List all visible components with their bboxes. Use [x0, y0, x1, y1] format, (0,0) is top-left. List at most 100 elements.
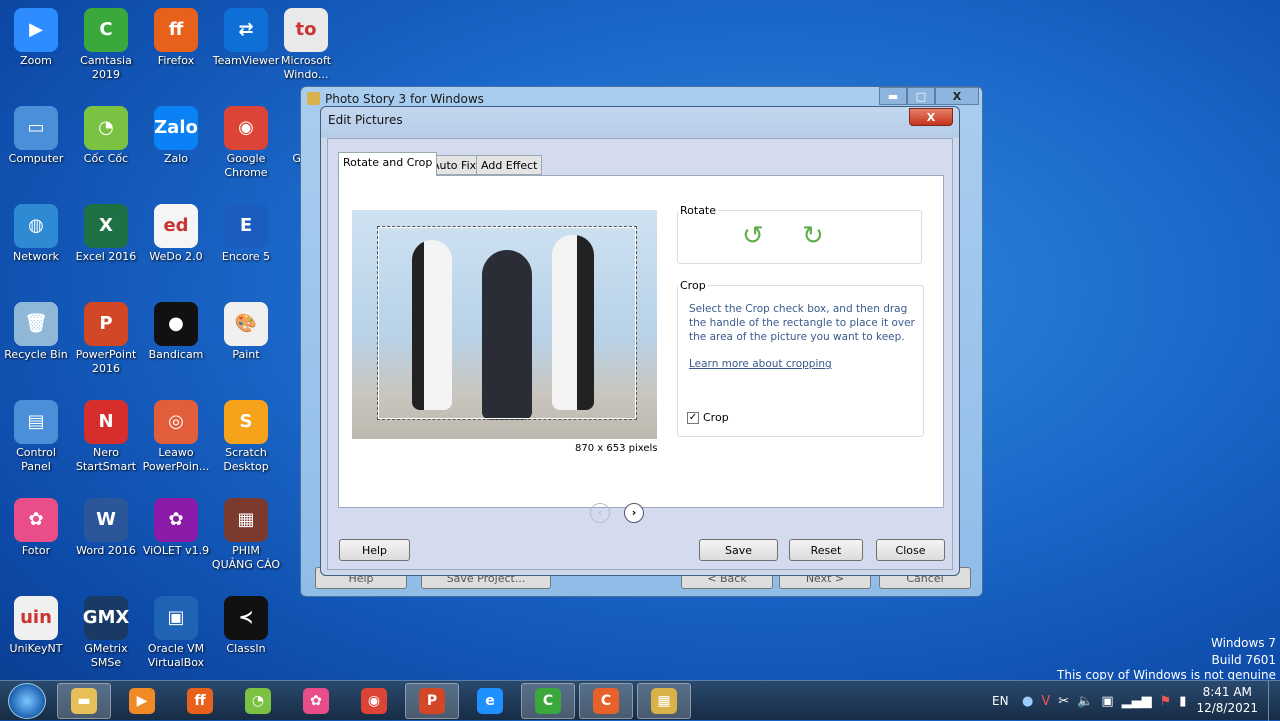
- crop-checkbox-row[interactable]: ✓ Crop: [687, 411, 729, 424]
- desktop-icon[interactable]: ed WeDo 2.0: [141, 204, 211, 264]
- desktop-icon[interactable]: ▤ Control Panel: [1, 400, 71, 474]
- fotor-icon: ✿: [303, 688, 329, 714]
- desktop-icon[interactable]: ◍ Network: [1, 204, 71, 264]
- desktop-icon[interactable]: ◔ Cốc Cốc: [71, 106, 141, 166]
- app-icon: ✿: [154, 498, 198, 542]
- desktop-icon[interactable]: ▦ PHIM QUẢNG CÁO: [211, 498, 281, 572]
- language-indicator[interactable]: EN: [992, 681, 1009, 721]
- desktop-icon[interactable]: N Nero StartSmart: [71, 400, 141, 474]
- clock[interactable]: 8:41 AM 12/8/2021: [1196, 684, 1258, 716]
- crop-checkbox[interactable]: ✓: [687, 411, 699, 424]
- coccoc-icon: ◔: [245, 688, 271, 714]
- network-icon[interactable]: ▣: [1101, 694, 1113, 709]
- app-icon: P: [84, 302, 128, 346]
- image-size: 870 x 653 pixels: [575, 443, 658, 454]
- learn-more-link[interactable]: Learn more about cropping: [689, 358, 832, 370]
- media-player-icon: ▶: [129, 688, 155, 714]
- rotate-right-icon[interactable]: ↻: [802, 221, 824, 251]
- previous-picture-button[interactable]: ‹: [590, 503, 610, 523]
- taskbar-media-player[interactable]: ▶: [115, 683, 169, 719]
- camtasia-recorder-icon: C: [593, 688, 619, 714]
- app-icon: uin: [14, 596, 58, 640]
- desktop-icon[interactable]: ◉ Google Chrome: [211, 106, 281, 180]
- taskbar-fotor[interactable]: ✿: [289, 683, 343, 719]
- desktop-icon[interactable]: ✿ ViOLET v1.9: [141, 498, 211, 558]
- app-icon: X: [84, 204, 128, 248]
- internet-explorer-icon: e: [477, 688, 503, 714]
- taskbar-camtasia[interactable]: C: [521, 683, 575, 719]
- powerpoint-icon: P: [419, 688, 445, 714]
- desktop-icon-label: Scratch Desktop: [223, 446, 269, 473]
- crop-rectangle[interactable]: [377, 226, 637, 420]
- taskbar-chrome[interactable]: ◉: [347, 683, 401, 719]
- desktop-icon-label: Zoom: [20, 54, 52, 67]
- desktop-icon[interactable]: ▶ Zoom: [1, 8, 71, 68]
- show-desktop-button[interactable]: [1268, 681, 1280, 721]
- desktop-icon-label: Word 2016: [76, 544, 136, 557]
- window-close-button[interactable]: X: [935, 87, 979, 105]
- desktop-icon[interactable]: 🎨 Paint: [211, 302, 281, 362]
- taskbar-powerpoint[interactable]: P: [405, 683, 459, 719]
- desktop-icon-label: UniKeyNT: [9, 642, 63, 655]
- dialog-close-button[interactable]: X: [909, 108, 953, 126]
- app-icon: ✿: [14, 498, 58, 542]
- desktop-icon[interactable]: ✿ Fotor: [1, 498, 71, 558]
- desktop-icon-label: WeDo 2.0: [149, 250, 203, 263]
- desktop-icon[interactable]: ● Bandicam: [141, 302, 211, 362]
- desktop-icon[interactable]: ≺ ClassIn: [211, 596, 281, 656]
- desktop-icon[interactable]: P PowerPoint 2016: [71, 302, 141, 376]
- minimize-button[interactable]: ▬: [879, 87, 907, 105]
- help-button[interactable]: Help: [339, 539, 410, 561]
- desktop-icon[interactable]: C Camtasia 2019: [71, 8, 141, 82]
- desktop-icon[interactable]: to Microsoft Windo...: [271, 8, 341, 82]
- taskbar-camtasia-recorder[interactable]: C: [579, 683, 633, 719]
- app-icon: ▭: [14, 106, 58, 150]
- power-icon[interactable]: ▮: [1179, 694, 1186, 709]
- desktop-icon[interactable]: X Excel 2016: [71, 204, 141, 264]
- tab-rotate-and-crop[interactable]: Rotate and Crop: [338, 152, 438, 176]
- action-center-icon[interactable]: ⚑: [1160, 694, 1172, 709]
- clock-date: 12/8/2021: [1196, 701, 1258, 715]
- rotate-left-icon[interactable]: ↺: [742, 221, 764, 251]
- app-icon: ◔: [84, 106, 128, 150]
- desktop-icon[interactable]: 🗑 Recycle Bin: [1, 302, 71, 362]
- desktop-icon-label: Oracle VM VirtualBox: [147, 642, 205, 669]
- taskbar-firefox[interactable]: ff: [173, 683, 227, 719]
- dialog-title: Edit Pictures: [328, 113, 403, 127]
- start-button[interactable]: [8, 683, 46, 719]
- desktop-icon-label: Excel 2016: [75, 250, 137, 263]
- desktop-icon-label: Bandicam: [148, 348, 204, 361]
- taskbar-photo-story[interactable]: ▦: [637, 683, 691, 719]
- maximize-button[interactable]: □: [907, 87, 935, 105]
- close-button[interactable]: Close: [876, 539, 945, 561]
- app-icon: ◎: [154, 400, 198, 444]
- app-icon: ◍: [14, 204, 58, 248]
- desktop-icon[interactable]: uin UniKeyNT: [1, 596, 71, 656]
- picture-preview: [352, 210, 657, 439]
- desktop-icon-label: Paint: [232, 348, 260, 361]
- desktop-icon[interactable]: E Encore 5: [211, 204, 281, 264]
- rotate-label: Rotate: [680, 204, 717, 217]
- taskbar-explorer[interactable]: ▬: [57, 683, 111, 719]
- desktop-icon[interactable]: ff Firefox: [141, 8, 211, 68]
- desktop-icon[interactable]: W Word 2016: [71, 498, 141, 558]
- volume-icon[interactable]: 🔈: [1077, 694, 1093, 709]
- desktop-icon[interactable]: ▣ Oracle VM VirtualBox: [141, 596, 211, 670]
- save-button[interactable]: Save: [699, 539, 778, 561]
- signal-icon[interactable]: ▂▄▆: [1122, 694, 1152, 709]
- app-icon: W: [84, 498, 128, 542]
- zalo-tray-icon[interactable]: ●: [1022, 694, 1033, 709]
- next-picture-button[interactable]: ›: [624, 503, 644, 523]
- taskbar-coccoc[interactable]: ◔: [231, 683, 285, 719]
- reset-button[interactable]: Reset: [789, 539, 863, 561]
- tab-add-effect[interactable]: Add Effect: [476, 155, 543, 175]
- desktop-icon[interactable]: Zalo Zalo: [141, 106, 211, 166]
- desktop-icon[interactable]: ▭ Computer: [1, 106, 71, 166]
- violet-tray-icon[interactable]: V: [1041, 694, 1050, 709]
- desktop-icon[interactable]: GMX GMetrix SMSe: [71, 596, 141, 670]
- unikey-tray-icon[interactable]: ✂: [1058, 694, 1069, 709]
- desktop-icon[interactable]: ◎ Leawo PowerPoin...: [141, 400, 211, 474]
- desktop-icon-label: PHIM QUẢNG CÁO: [211, 544, 281, 571]
- desktop-icon[interactable]: S Scratch Desktop: [211, 400, 281, 474]
- taskbar-internet-explorer[interactable]: e: [463, 683, 517, 719]
